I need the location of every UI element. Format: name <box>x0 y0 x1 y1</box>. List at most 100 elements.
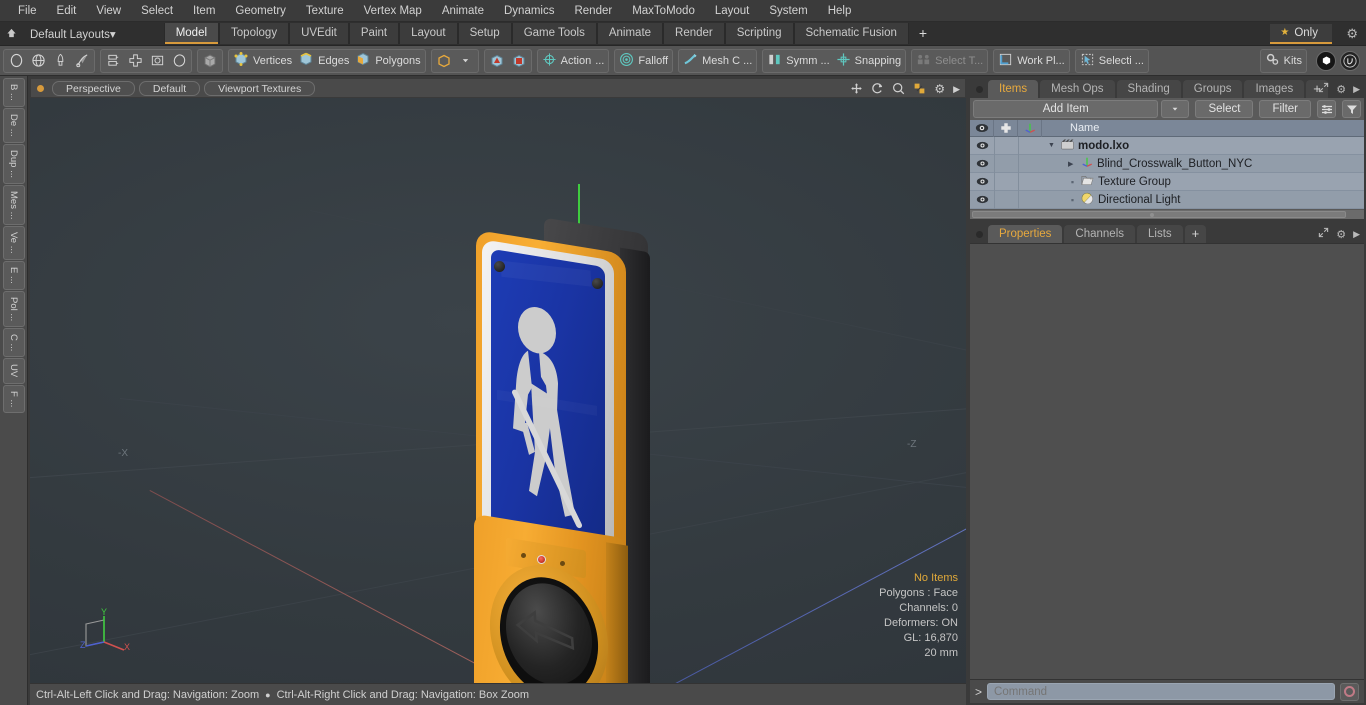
menu-item-animate[interactable]: Animate <box>432 1 494 21</box>
gear-icon[interactable]: ⚙ <box>934 83 945 95</box>
add-item-button[interactable]: Add Item <box>973 100 1159 118</box>
record-icon[interactable] <box>1340 682 1359 701</box>
expand-icon[interactable] <box>1318 227 1329 241</box>
menu-item-dynamics[interactable]: Dynamics <box>494 1 564 21</box>
row-lock-cell[interactable] <box>994 190 1018 209</box>
tab-model[interactable]: Model <box>163 23 220 44</box>
menu-item-file[interactable]: File <box>8 1 47 21</box>
vertices-button[interactable]: Vertices <box>230 50 295 72</box>
ellipse-select-icon[interactable] <box>168 50 190 72</box>
row-name-mesh[interactable]: ▶ Blind_Crosswalk_Button_NYC <box>1042 156 1252 171</box>
left-tab-mesh-edit[interactable]: Mes ... <box>2 184 25 226</box>
table-row[interactable]: ▼ modo.lxo <box>970 136 1364 155</box>
tab-schematic-fusion[interactable]: Schematic Fusion <box>793 23 909 44</box>
tab-uvedit[interactable]: UVEdit <box>289 23 349 44</box>
menu-item-item[interactable]: Item <box>183 1 225 21</box>
left-tab-fur[interactable]: F ... <box>2 384 25 413</box>
menu-item-system[interactable]: System <box>759 1 817 21</box>
items-tree-scrollbar-horizontal[interactable] <box>970 209 1364 219</box>
left-tab-deform[interactable]: De ... <box>2 107 25 143</box>
viewport-textures-button[interactable]: Viewport Textures <box>204 80 316 96</box>
layout-selector[interactable]: Default Layouts▾ <box>22 27 124 41</box>
material-a-icon[interactable] <box>486 50 508 72</box>
crosswalk-button-model[interactable] <box>470 217 670 683</box>
row-visibility-toggle[interactable] <box>970 141 994 150</box>
left-tab-vertex[interactable]: Ve ... <box>2 226 25 260</box>
expand-icon[interactable] <box>1318 82 1329 96</box>
symmetry-button[interactable]: Symm ... <box>764 50 832 72</box>
axis-gizmo[interactable]: Y X Z <box>74 606 134 661</box>
gear-icon[interactable]: ⚙ <box>1336 83 1346 96</box>
select-through-button[interactable]: Select T... <box>913 50 986 72</box>
fit-icon[interactable] <box>913 82 926 97</box>
row-transform-cell[interactable] <box>1018 190 1042 209</box>
chevron-right-icon[interactable]: ▶ <box>1353 84 1360 95</box>
panel-tab-groups[interactable]: Groups <box>1182 80 1243 98</box>
gear-icon[interactable]: ⚙ <box>1336 228 1346 241</box>
home-icon[interactable] <box>0 28 22 39</box>
properties-panel-body[interactable] <box>970 243 1364 679</box>
pen-icon[interactable] <box>49 50 71 72</box>
left-tab-uv[interactable]: UV <box>2 358 25 384</box>
row-name-directional-light[interactable]: ▪ Directional Light <box>1042 192 1180 207</box>
panel-tab-channels[interactable]: Channels <box>1064 225 1136 243</box>
menu-item-edit[interactable]: Edit <box>47 1 87 21</box>
gear-icon[interactable]: ⚙ <box>1346 26 1358 42</box>
tab-layout[interactable]: Layout <box>399 23 458 44</box>
tab-render[interactable]: Render <box>663 23 725 44</box>
viewport-style-button[interactable]: Default <box>138 80 201 96</box>
tab-topology[interactable]: Topology <box>219 23 290 44</box>
row-transform-cell[interactable] <box>1018 154 1042 173</box>
snapping-button[interactable]: Snapping <box>833 50 905 72</box>
material-b-icon[interactable] <box>508 50 530 72</box>
row-transform-cell[interactable] <box>1018 172 1042 191</box>
panel-tab-lists[interactable]: Lists <box>1137 225 1183 243</box>
cube-orange-icon[interactable] <box>433 50 455 72</box>
table-row[interactable]: ▪ Texture Group <box>970 172 1364 191</box>
panel-tab-mesh-ops[interactable]: Mesh Ops <box>1040 80 1115 98</box>
falloff-button[interactable]: Falloff <box>616 50 671 72</box>
menu-item-view[interactable]: View <box>86 1 131 21</box>
left-tab-edge[interactable]: E ... <box>2 260 25 290</box>
rotate-icon[interactable] <box>871 82 884 97</box>
panel-tab-properties[interactable]: Properties <box>988 225 1063 243</box>
viewport-projection-button[interactable]: Perspective <box>52 80 135 96</box>
tab-scripting[interactable]: Scripting <box>724 23 794 44</box>
viewport-3d[interactable]: -X -Z No Items Polygons: Face Channels:… <box>30 98 966 683</box>
kits-button[interactable]: Kits <box>1262 50 1305 72</box>
move-cross-icon[interactable] <box>124 50 146 72</box>
row-name-scene[interactable]: ▼ modo.lxo <box>1042 139 1129 153</box>
menu-item-maxtomodo[interactable]: MaxToModo <box>622 1 705 21</box>
left-tab-polygon[interactable]: Pol ... <box>2 290 25 327</box>
menu-item-help[interactable]: Help <box>818 1 862 21</box>
row-name-texture-group[interactable]: ▪ Texture Group <box>1042 175 1171 189</box>
zoom-icon[interactable] <box>892 82 905 97</box>
pan-icon[interactable] <box>850 82 863 97</box>
row-lock-cell[interactable] <box>994 172 1018 191</box>
table-row[interactable]: ▶ Blind_Crosswalk_Button_NYC <box>970 154 1364 173</box>
only-toggle-button[interactable]: ★ Only <box>1270 24 1332 44</box>
left-tab-basic[interactable]: B ... <box>2 78 25 107</box>
select-button[interactable]: Select <box>1195 100 1254 118</box>
add-item-dropdown[interactable] <box>1161 100 1190 118</box>
funnel-icon[interactable] <box>1342 100 1361 118</box>
list-options-icon[interactable] <box>1317 100 1336 118</box>
menu-item-layout[interactable]: Layout <box>705 1 760 21</box>
work-plane-button[interactable]: Work Pl... <box>995 50 1067 72</box>
panel-tab-shading[interactable]: Shading <box>1116 80 1181 98</box>
expander-icon[interactable]: ▶ <box>1068 160 1077 168</box>
chevron-right-icon[interactable]: ▶ <box>953 84 960 94</box>
menu-item-texture[interactable]: Texture <box>296 1 354 21</box>
selection-sets-button[interactable]: Selecti ... <box>1077 50 1147 72</box>
table-row[interactable]: ▪ Directional Light <box>970 190 1364 209</box>
lasso-curve-icon[interactable] <box>71 50 93 72</box>
mesh-constraint-button[interactable]: Mesh C ... <box>680 50 755 72</box>
expander-icon[interactable]: ▼ <box>1048 142 1057 149</box>
chevron-down-icon[interactable] <box>455 50 477 72</box>
menu-item-render[interactable]: Render <box>564 1 622 21</box>
polygons-button[interactable]: Polygons <box>352 50 423 72</box>
row-lock-cell[interactable] <box>994 154 1018 173</box>
row-visibility-toggle[interactable] <box>970 159 994 168</box>
modo-bridge-icon[interactable] <box>1316 50 1336 71</box>
left-tab-curve[interactable]: C ... <box>2 327 25 358</box>
